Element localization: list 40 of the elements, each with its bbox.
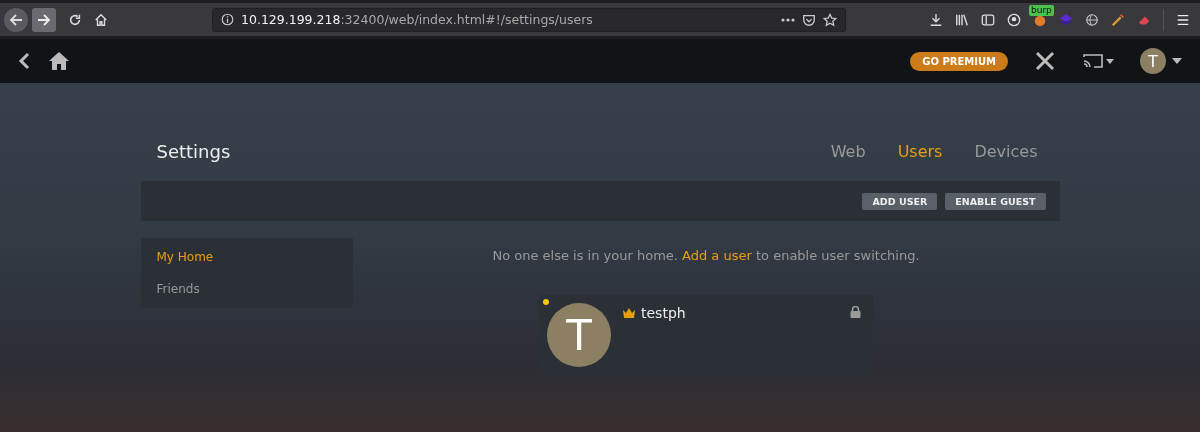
forward-button[interactable] — [32, 7, 56, 32]
url-path: :32400/web/index.html#!/settings/users — [340, 12, 593, 27]
url-host: 10.129.199.218 — [241, 12, 341, 27]
address-bar[interactable]: 10.129.199.218:32400/web/index.html#!/settings/users — [212, 7, 846, 32]
page-title: Settings — [156, 140, 231, 162]
cast-icon[interactable] — [1082, 53, 1116, 69]
settings-tab[interactable]: Web — [824, 141, 872, 161]
forward-arrow-icon — [36, 11, 52, 28]
sidebar-item[interactable]: My Home — [140, 250, 353, 264]
action-button[interactable]: ADD USER — [862, 192, 938, 210]
more-icon[interactable] — [781, 17, 795, 22]
home-icon[interactable] — [48, 51, 70, 71]
avatar[interactable]: T — [1140, 48, 1166, 74]
pocket-icon[interactable] — [802, 12, 816, 27]
settings-tab[interactable]: Users — [891, 141, 949, 161]
home-icon[interactable] — [94, 12, 108, 27]
sidebar-item[interactable]: Friends — [140, 282, 353, 296]
action-button[interactable]: ENABLE GUEST — [945, 192, 1046, 210]
empty-message: No one else is in your home. Add a user to enable user switching. — [492, 248, 920, 263]
account-icon[interactable] — [1007, 12, 1021, 27]
settings-tab[interactable]: Devices — [968, 141, 1044, 161]
menu-icon[interactable] — [1176, 12, 1190, 27]
reload-icon[interactable] — [68, 12, 82, 27]
lock-icon[interactable] — [850, 306, 861, 318]
star-icon[interactable] — [823, 12, 837, 27]
caret-icon[interactable] — [1172, 58, 1182, 64]
globe-icon[interactable] — [1085, 12, 1099, 27]
download-icon[interactable] — [929, 12, 943, 27]
add-user-link[interactable]: Add a user — [682, 248, 752, 263]
library-icon[interactable] — [955, 12, 969, 27]
info-icon[interactable] — [221, 13, 234, 26]
user-name: testph — [641, 305, 686, 321]
sidebar-icon[interactable] — [981, 12, 995, 27]
user-avatar: T — [547, 303, 611, 367]
back-arrow-icon — [8, 11, 24, 28]
back-button[interactable] — [4, 7, 28, 32]
extension-badge: burp — [1029, 4, 1054, 16]
user-card[interactable]: T testph — [539, 295, 873, 375]
back-chevron-icon[interactable] — [18, 52, 30, 70]
go-premium-button[interactable]: GO PREMIUM — [910, 51, 1008, 71]
